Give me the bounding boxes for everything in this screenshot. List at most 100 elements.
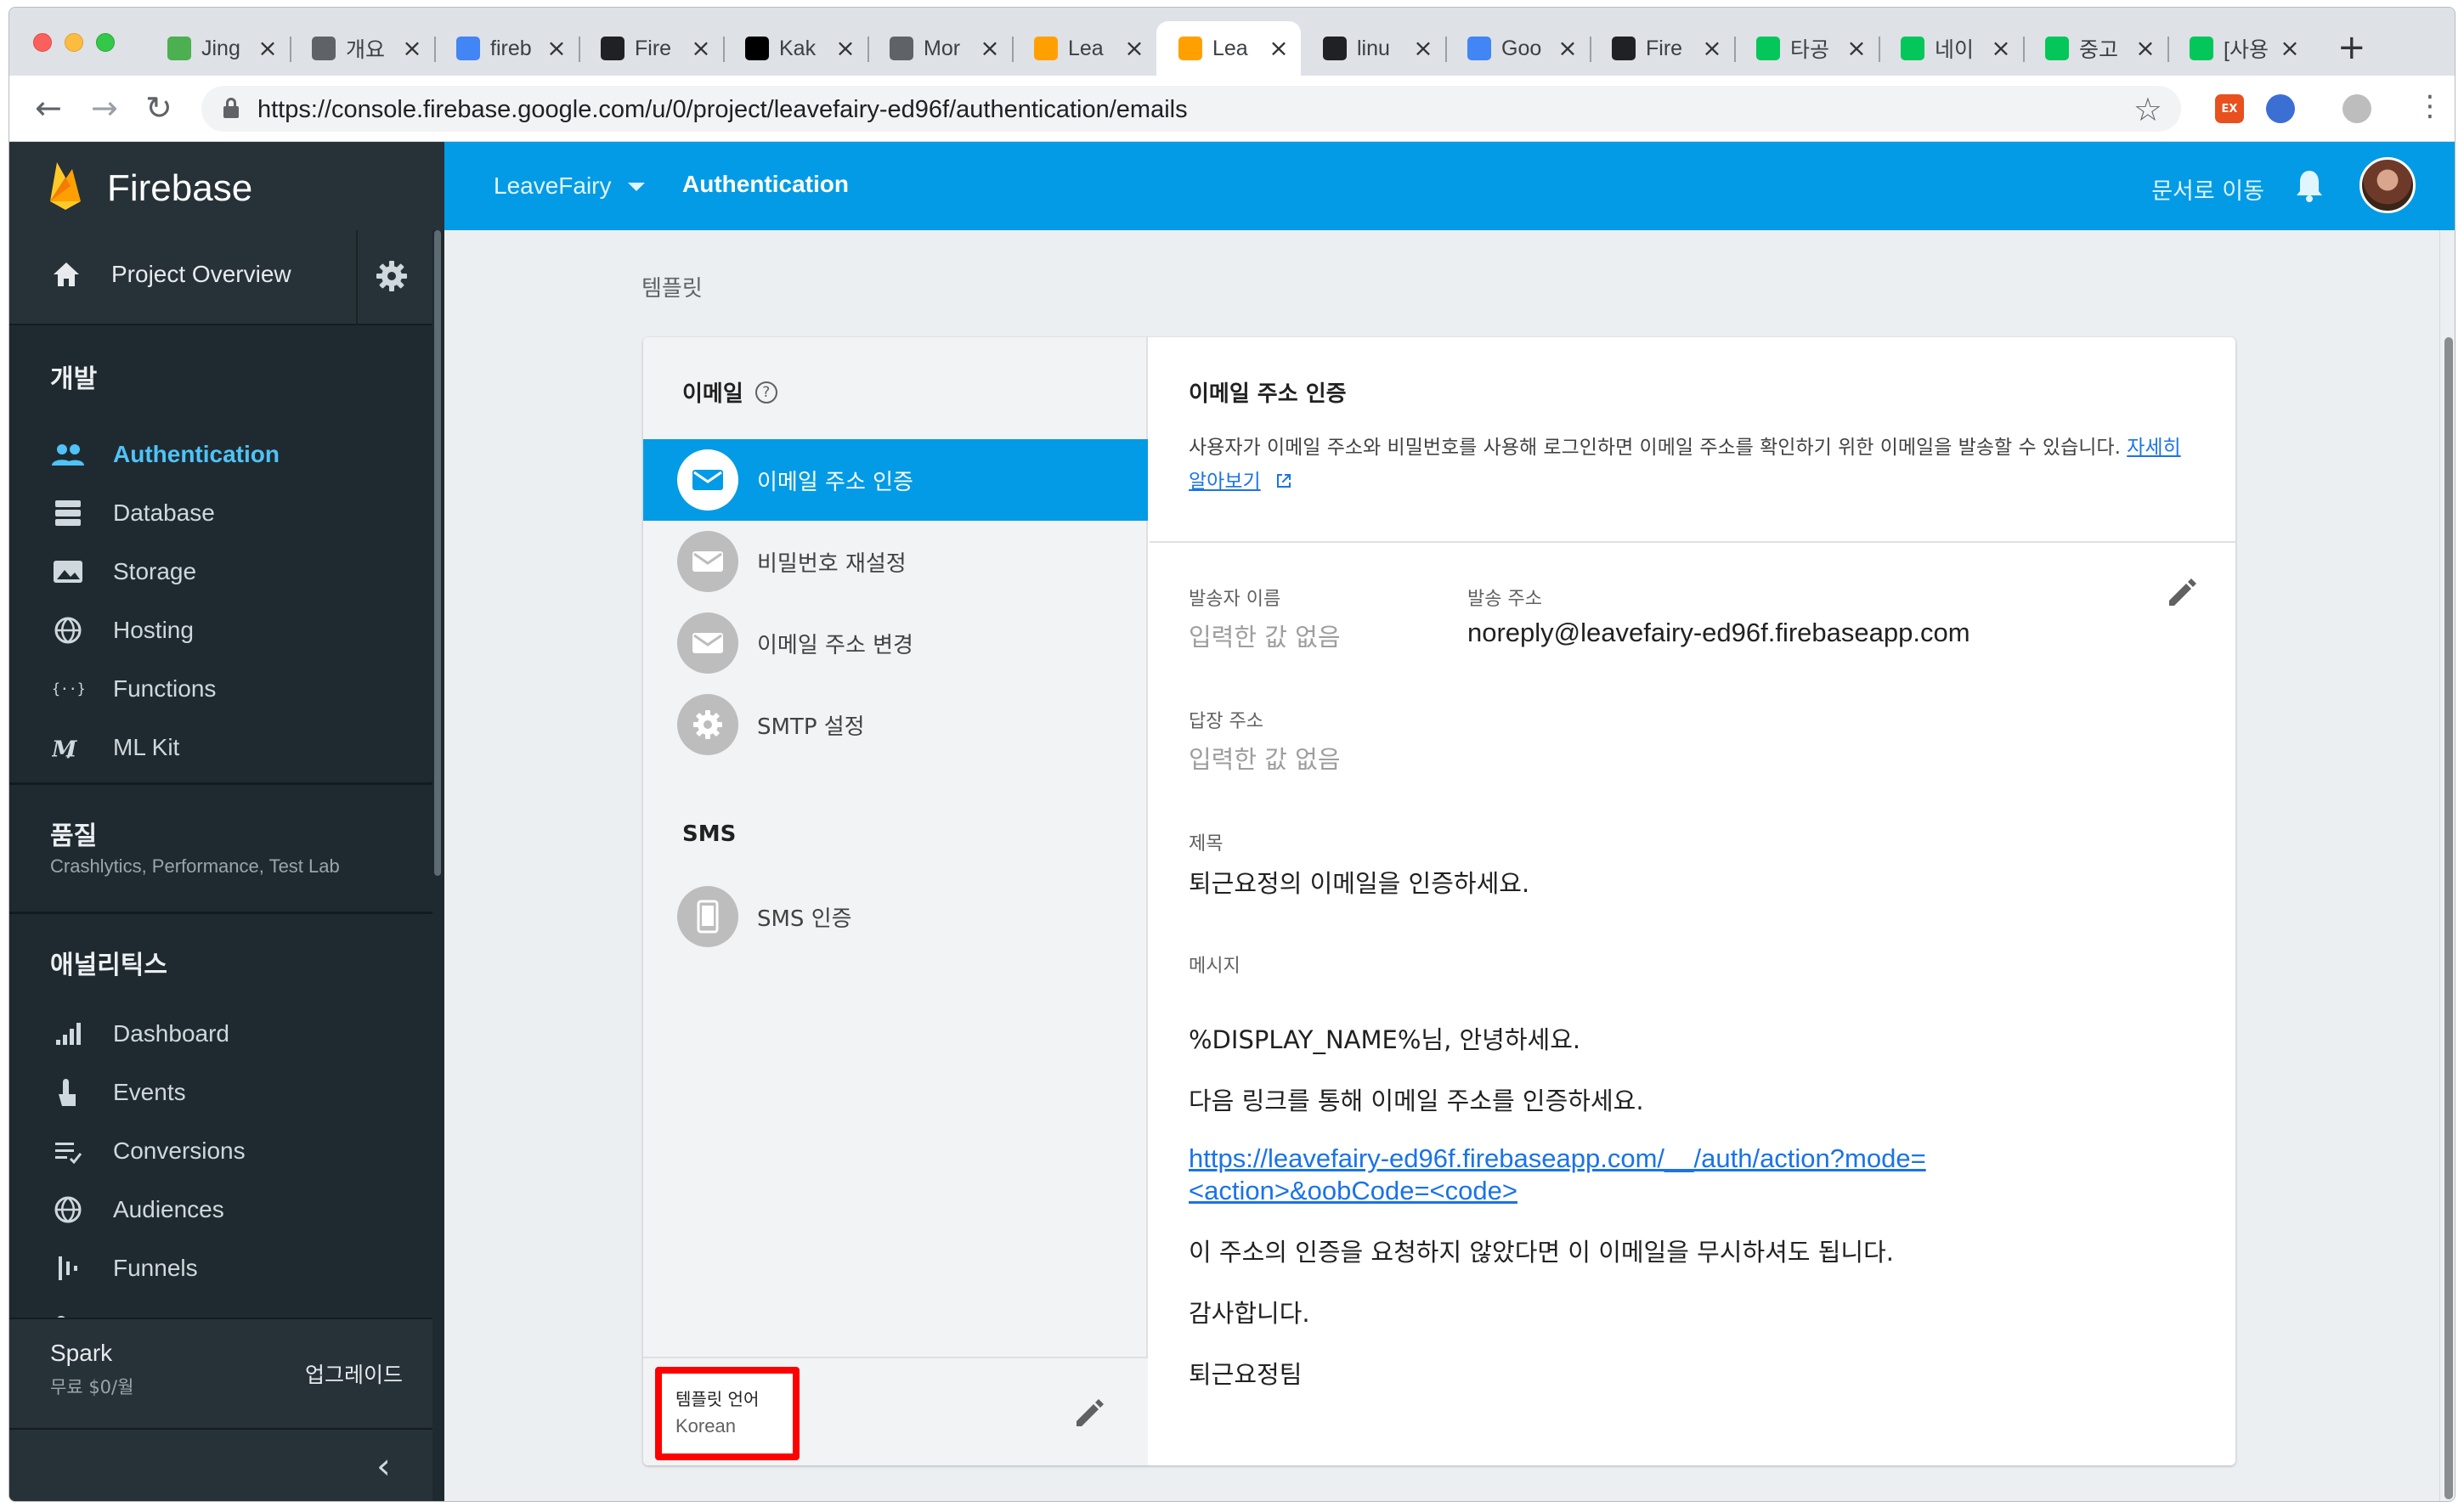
upgrade-button[interactable]: 업그레이드 [305,1358,403,1389]
sidebar-scrollbar[interactable] [434,230,441,876]
message-greeting: %DISPLAY_NAME%님, 안녕하세요. [1189,1025,1581,1054]
firebase-brand-area[interactable]: Firebase [9,142,444,230]
tab-close-icon[interactable]: × [691,37,711,60]
sidebar-item-audiences[interactable]: Audiences [9,1182,432,1237]
project-overview-item[interactable]: Project Overview [52,261,291,288]
email-group-heading: 이메일 ? [682,376,777,408]
svg-text:{··}: {··} [52,681,84,697]
templates-card: 이메일 ? 이메일 주소 인증 비밀번호 재설정 이메일 주소 변경 SMTP 설정 … [643,337,2235,1465]
sidebar-item-conversions[interactable]: Conversions [9,1124,432,1178]
new-tab-button[interactable]: + [2337,31,2366,65]
browser-tab[interactable]: Fire × [579,21,723,76]
tab-close-icon[interactable]: × [402,37,422,60]
browser-tab[interactable]: Lea × [1156,21,1301,76]
sidebar-item-label: Audiences [113,1196,224,1222]
google-icon [1467,37,1491,60]
browser-tab[interactable]: Jing × [145,21,290,76]
back-button[interactable]: ← [35,91,62,125]
tab-close-icon[interactable]: × [1991,37,2011,60]
tab-close-icon[interactable]: × [257,37,278,60]
browser-tab[interactable]: 네이 × [1879,21,2023,76]
firebase-icon [1034,37,1058,60]
bookmark-star-icon[interactable]: ☆ [2133,91,2162,128]
sidebar-item-authentication[interactable]: Authentication [9,427,432,482]
sidebar-item-events[interactable]: Events [9,1065,432,1120]
browser-tab[interactable]: Kak × [723,21,867,76]
tab-title: 중고 [2079,38,2119,62]
main-scrollbar-thumb[interactable] [2444,337,2453,1499]
message-verify-link[interactable]: https://leavefairy-ed96f.firebaseapp.com… [1189,1143,2038,1207]
sidebar-item-functions[interactable]: {··} Functions [9,662,432,716]
tabs: Jing × 개요 × fireb × Fire × Kak × Mor × Lea × Lea × linu ×… [145,21,2312,76]
browser-tab[interactable]: 중고 × [2023,21,2167,76]
sidebar-item-hosting[interactable]: Hosting [9,603,432,658]
edit-language-pencil-icon[interactable] [1073,1396,1107,1430]
touch-icon [52,1076,84,1109]
browser-window: Jing × 개요 × fireb × Fire × Kak × Mor × Lea × Lea × linu ×… [8,7,2456,1502]
close-window-button[interactable] [33,33,52,52]
tab-close-icon[interactable]: × [1269,37,1289,60]
template-item[interactable]: 이메일 주소 변경 [643,602,1148,684]
profile-icon[interactable] [2342,94,2371,123]
naver-blog-icon [2190,37,2213,60]
maximize-window-button[interactable] [96,33,115,52]
browser-tab[interactable]: Lea × [1012,21,1156,76]
tab-close-icon[interactable]: × [1557,37,1578,60]
menu-dots-icon[interactable]: ⋮ [2416,89,2444,123]
chevron-down-icon[interactable] [628,183,645,191]
tab-close-icon[interactable]: × [1413,37,1433,60]
help-icon[interactable]: ? [754,381,777,404]
sidebar-item-database[interactable]: Database [9,486,432,540]
tab-title: Mor [924,36,961,60]
settings-gear-icon[interactable] [375,259,409,293]
extension-ex-icon[interactable]: EX [2215,94,2244,123]
quality-heading[interactable]: 품질 [50,815,97,852]
project-selector[interactable]: LeaveFairy [494,172,612,200]
url-text[interactable]: https://console.firebase.google.com/u/0/… [257,96,1188,124]
tab-close-icon[interactable]: × [1124,37,1144,60]
template-item[interactable]: 이메일 주소 인증 [643,439,1148,521]
tab-close-icon[interactable]: × [2135,37,2156,60]
sidebar-item-funnels[interactable]: Funnels [9,1241,432,1295]
edit-template-pencil-icon[interactable] [2166,575,2200,609]
template-language-highlight[interactable]: 템플릿 언어 Korean [655,1367,800,1460]
tab-close-icon[interactable]: × [1846,37,1867,60]
user-avatar[interactable] [2359,157,2416,213]
browser-tab[interactable]: [사용 × [2167,21,2312,76]
subject-label: 제목 [1189,833,1224,855]
sidebar-item-label: Storage [113,558,197,584]
browser-tab[interactable]: linu × [1301,21,1445,76]
notification-bell-icon[interactable] [2294,169,2325,203]
globe-icon [52,614,84,646]
mail-icon [677,612,738,674]
external-link-icon[interactable] [1274,471,1294,491]
templates-label: 템플릿 [641,276,703,302]
forward-button[interactable]: → [91,91,118,125]
browser-tab[interactable]: Mor × [867,21,1012,76]
tab-close-icon[interactable]: × [835,37,856,60]
mlkit-icon: M [52,731,84,764]
app-bar: LeaveFairy Authentication 문서로 이동 [444,142,2455,230]
template-item[interactable]: SMS 인증 [643,876,1148,957]
address-bar[interactable]: https://console.firebase.google.com/u/0/… [201,86,2181,132]
sidebar-item-storage[interactable]: Storage [9,545,432,599]
browser-tab[interactable]: fireb × [434,21,579,76]
extension-blue-icon[interactable] [2266,94,2295,123]
docs-link[interactable]: 문서로 이동 [2151,172,2264,206]
tab-close-icon[interactable]: × [546,37,567,60]
template-item[interactable]: 비밀번호 재설정 [643,521,1148,602]
sidebar-item-ml-kit[interactable]: M ML Kit [9,720,432,775]
sidebar-item-dashboard[interactable]: Dashboard [9,1007,432,1061]
browser-tab[interactable]: Goo × [1445,21,1590,76]
tab-close-icon[interactable]: × [1702,37,1722,60]
template-item[interactable]: SMTP 설정 [643,684,1148,765]
collapse-sidebar-button[interactable]: ‹ [9,1428,432,1501]
browser-tab[interactable]: Fire × [1590,21,1734,76]
browser-tab[interactable]: 개요 × [290,21,434,76]
minimize-window-button[interactable] [65,33,83,52]
cursor-icon [601,37,624,60]
tab-close-icon[interactable]: × [2280,37,2300,60]
reload-button[interactable]: ↻ [145,91,172,125]
browser-tab[interactable]: 타공 × [1734,21,1879,76]
tab-close-icon[interactable]: × [980,37,1000,60]
